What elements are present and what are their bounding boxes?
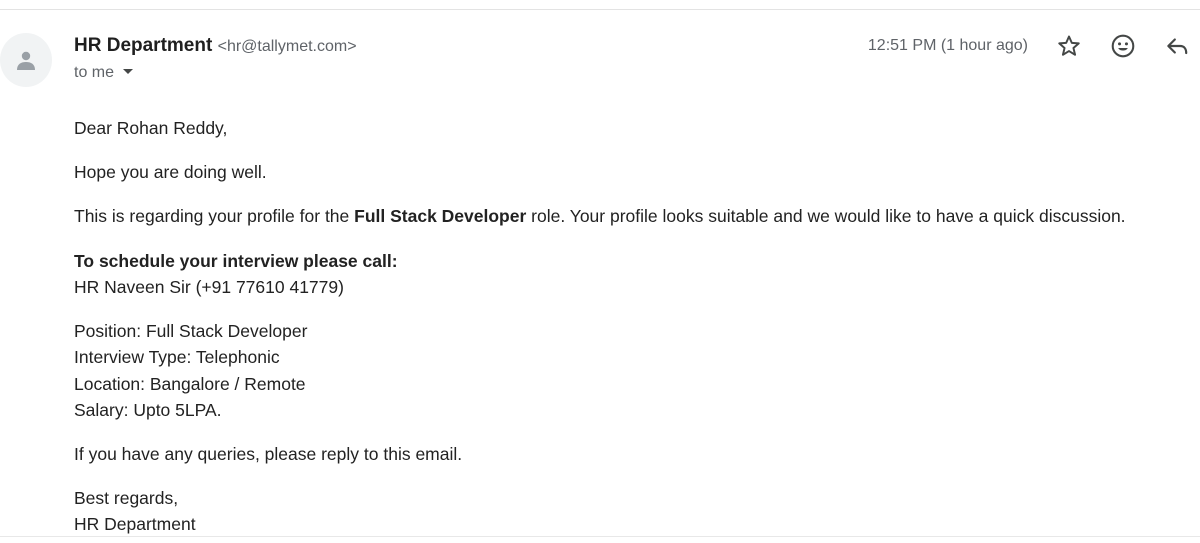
- position-line: Position: Full Stack Developer: [74, 321, 308, 341]
- recipient-details-toggle[interactable]: to me: [74, 64, 134, 82]
- queries-line: If you have any queries, please reply to…: [74, 444, 463, 464]
- hope-line: Hope you are doing well.: [74, 162, 267, 182]
- salary-line: Salary: Upto 5LPA.: [74, 400, 222, 420]
- contact-line: HR Naveen Sir (+91 77610 41779): [74, 277, 344, 297]
- location-line: Location: Bangalore / Remote: [74, 374, 306, 394]
- sender-name[interactable]: HR Department: [74, 35, 212, 56]
- regarding-post: role. Your profile looks suitable and we…: [526, 206, 1126, 226]
- regarding-paragraph: This is regarding your profile for the F…: [74, 203, 1126, 229]
- star-button[interactable]: [1056, 33, 1084, 61]
- sender-line: HR Department <hr@tallymet.com>: [74, 35, 357, 57]
- bottom-divider: [0, 536, 1200, 537]
- star-icon: [1058, 35, 1080, 56]
- email-timestamp: 12:51 PM (1 hour ago): [867, 37, 1028, 54]
- sender-avatar[interactable]: [0, 33, 52, 87]
- emoji-icon: [1111, 34, 1135, 58]
- person-icon: [17, 51, 35, 70]
- reply-button[interactable]: [1164, 33, 1192, 61]
- add-reaction-button[interactable]: [1110, 33, 1138, 61]
- chevron-down-icon: [123, 69, 134, 74]
- top-divider: [0, 9, 1200, 10]
- signature: HR Department: [74, 514, 196, 534]
- schedule-heading: To schedule your interview please call:: [74, 251, 398, 271]
- regarding-pre: This is regarding your profile for the: [74, 206, 355, 226]
- greeting: Dear Rohan Reddy,: [74, 118, 228, 138]
- role-name: Full Stack Developer: [354, 206, 527, 226]
- recipient-label: to me: [74, 64, 115, 81]
- signoff: Best regards,: [74, 488, 179, 508]
- sender-email: <hr@tallymet.com>: [217, 38, 357, 55]
- interview-type-line: Interview Type: Telephonic: [74, 347, 280, 367]
- reply-icon: [1167, 38, 1188, 55]
